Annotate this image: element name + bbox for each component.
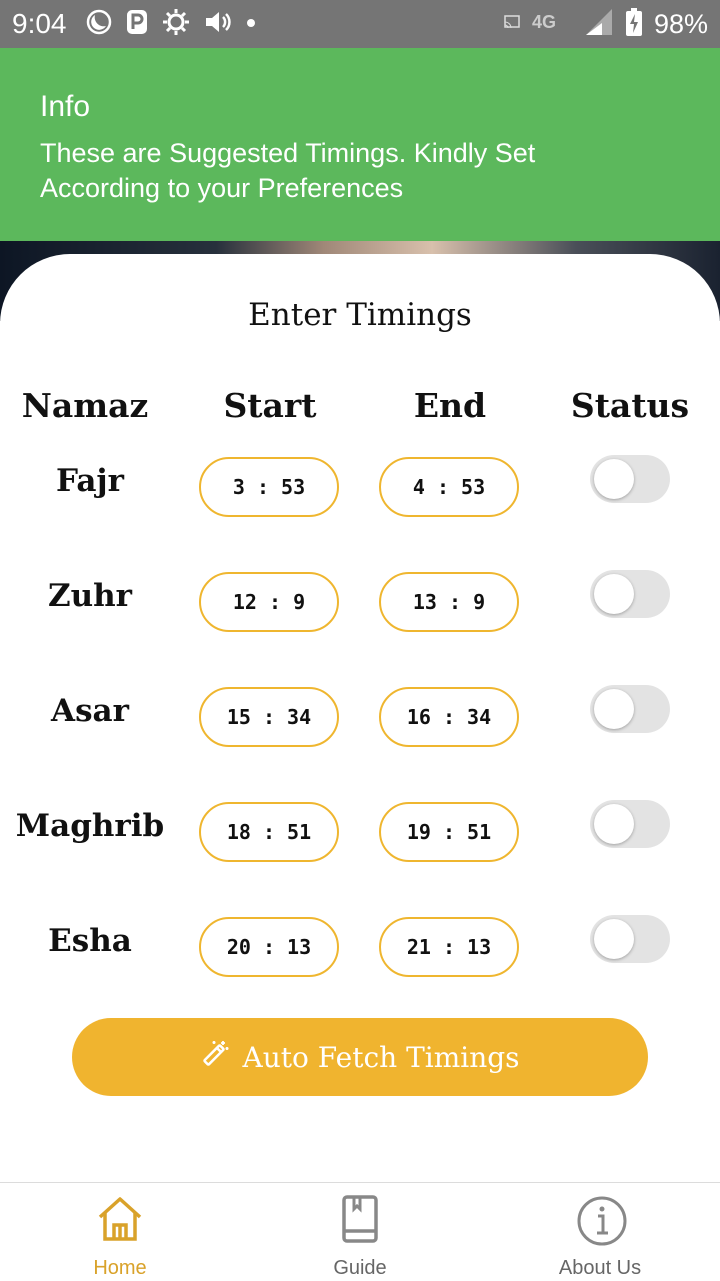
signal-icon [584,7,614,42]
bottom-navigation: Home Guide About Us [0,1182,720,1281]
status-toggle[interactable] [590,455,670,503]
info-banner[interactable]: Info These are Suggested Timings. Kindly… [0,48,720,241]
prayer-name: Zuhr [47,578,133,614]
start-time-button[interactable]: 15 : 34 [199,687,339,747]
nav-item-about-us[interactable]: About Us [480,1183,720,1281]
nav-item-home[interactable]: Home [0,1183,240,1281]
end-time-button[interactable]: 13 : 9 [379,572,519,632]
volume-icon [204,9,232,40]
toggle-knob [594,804,634,844]
column-header-end: End [413,386,487,425]
column-header-status: Status [570,386,690,425]
status-toggle[interactable] [590,570,670,618]
cast-icon [504,14,520,34]
start-time-button[interactable]: 12 : 9 [199,572,339,632]
toggle-knob [594,689,634,729]
start-time-button[interactable]: 20 : 13 [199,917,339,977]
end-time-button[interactable]: 16 : 34 [379,687,519,747]
prayer-name: Asar [51,693,129,729]
start-time-button[interactable]: 3 : 53 [199,457,339,517]
home-icon [96,1195,144,1243]
toggle-knob [594,574,634,614]
status-toggle[interactable] [590,800,670,848]
status-icons-right: 4G 98% [504,7,708,42]
timing-row-fajr: Fajr 3 : 53 4 : 53 [0,455,720,525]
status-toggle[interactable] [590,685,670,733]
timing-row-esha: Esha 20 : 13 21 : 13 [0,915,720,985]
prayer-name: Fajr [56,463,124,499]
end-time-button[interactable]: 21 : 13 [379,917,519,977]
magic-wand-icon [200,1039,230,1076]
timing-row-zuhr: Zuhr 12 : 9 13 : 9 [0,570,720,640]
auto-fetch-label: Auto Fetch Timings [242,1040,520,1074]
timing-row-maghrib: Maghrib 18 : 51 19 : 51 [0,800,720,870]
brightness-icon [162,8,190,41]
column-header-namaz: Namaz [21,386,149,425]
start-time-button[interactable]: 18 : 51 [199,802,339,862]
auto-fetch-timings-button[interactable]: Auto Fetch Timings [72,1018,648,1096]
status-time: 9:04 [12,8,67,39]
status-icons-left [86,8,256,40]
status-bar: 9:04 4G 98% [0,0,720,48]
nav-label-home: Home [93,1257,147,1279]
banner-title: Info [40,90,91,123]
battery-percent: 98% [653,8,708,39]
info-icon [576,1195,627,1246]
status-toggle[interactable] [590,915,670,963]
book-icon [336,1195,384,1243]
end-time-button[interactable]: 4 : 53 [379,457,519,517]
dot-icon [246,15,256,33]
toggle-knob [594,919,634,959]
end-time-button[interactable]: 19 : 51 [379,802,519,862]
nav-label-guide: Guide [333,1257,387,1279]
prayer-name: Esha [48,923,132,959]
battery-charging-icon [625,7,642,41]
nav-item-guide[interactable]: Guide [240,1183,480,1281]
nav-label-about-us: About Us [558,1257,642,1279]
moon-icon [86,9,112,40]
prayer-name: Maghrib [15,808,165,844]
svg-text:4G: 4G [532,12,556,32]
banner-message: These are Suggested Timings. Kindly Set … [40,138,536,203]
timings-card: Enter Timings Namaz Start End Status Faj… [0,254,720,1182]
card-title: Enter Timings [248,297,472,333]
column-header-start: Start [223,386,317,425]
parking-icon [126,9,148,40]
toggle-knob [594,459,634,499]
timing-row-asar: Asar 15 : 34 16 : 34 [0,685,720,755]
network-4g-icon: 4G [532,10,572,39]
